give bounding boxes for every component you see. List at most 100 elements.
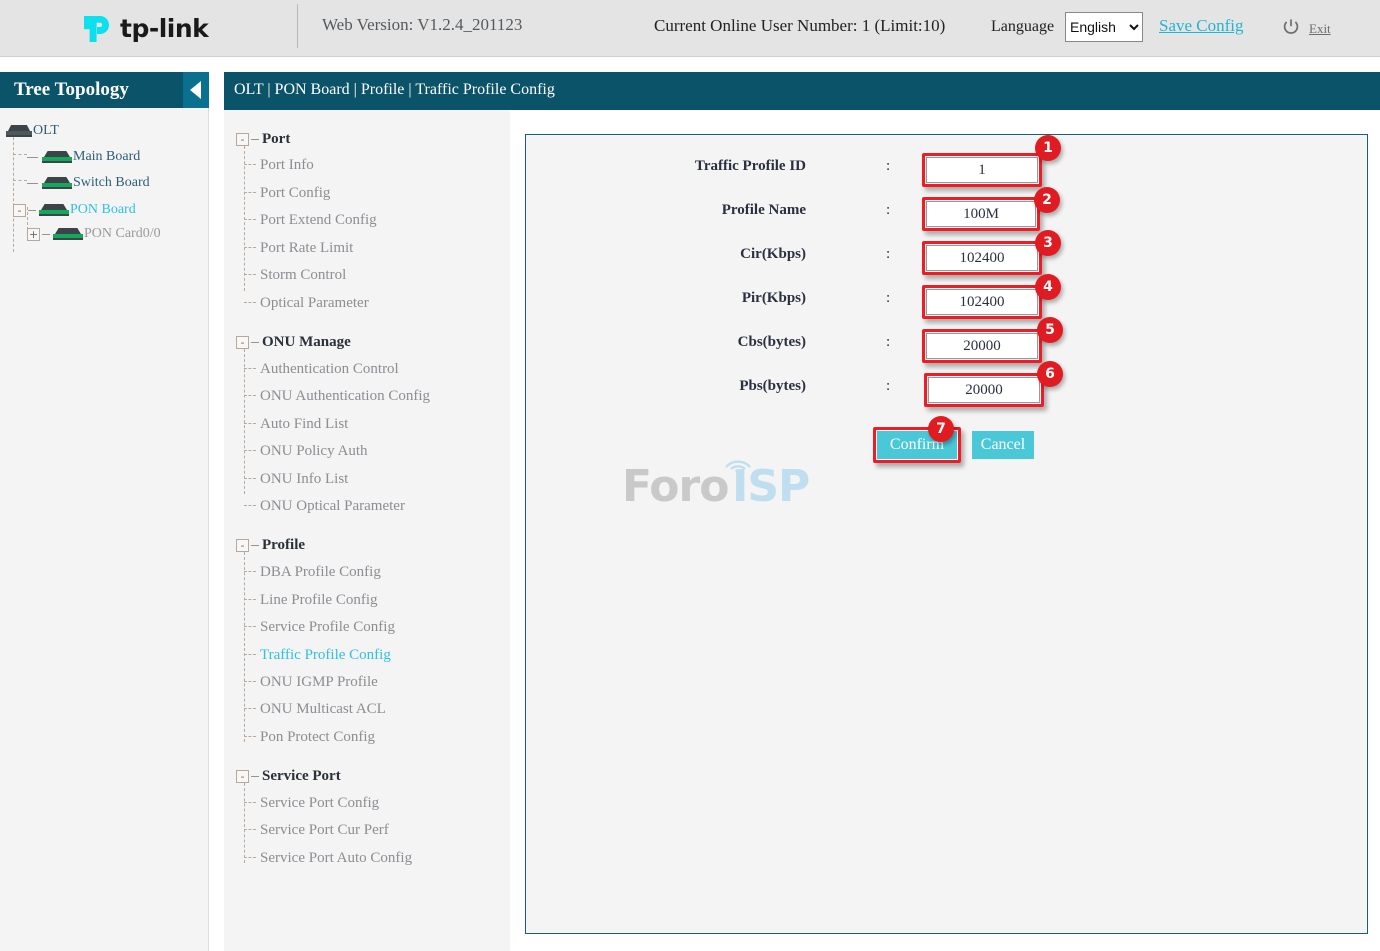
- menu-connector: [244, 736, 256, 737]
- menu-group-onu-manage[interactable]: - ONU Manage: [236, 334, 351, 351]
- menu-item-onu-optical-parameter[interactable]: ONU Optical Parameter: [260, 498, 405, 515]
- breadcrumb-bar: OLT | PON Board | Profile | Traffic Prof…: [224, 72, 1380, 110]
- menu-item-port-config[interactable]: Port Config: [260, 185, 330, 202]
- menu-connector: [244, 505, 256, 506]
- menu-item-line-profile-config[interactable]: Line Profile Config: [260, 592, 377, 609]
- menu-expander-icon[interactable]: -: [236, 133, 249, 146]
- step-badge-4: 4: [1035, 274, 1061, 300]
- content-panel: Foro ISP Traffic Profile ID : 1 1 Profil…: [511, 110, 1380, 951]
- profile-name-input[interactable]: 100M: [926, 201, 1036, 227]
- tree-node-olt[interactable]: OLT: [6, 120, 59, 142]
- field-colon: :: [886, 202, 891, 218]
- menu-connector: [244, 802, 256, 803]
- collapse-left-icon[interactable]: [183, 72, 209, 108]
- menu-connector: [244, 368, 256, 369]
- menu-item-authentication-control[interactable]: Authentication Control: [260, 361, 399, 378]
- menu-item-traffic-profile-config[interactable]: Traffic Profile Config: [260, 647, 391, 664]
- tree-node-switch-board[interactable]: Switch Board: [27, 172, 150, 194]
- field-row-pbs: Pbs(bytes) :: [606, 375, 926, 405]
- menu-connector: [244, 626, 256, 627]
- tree-expander-minus-icon[interactable]: -: [13, 203, 26, 217]
- language-label: Language: [991, 18, 1055, 35]
- tree-connector: [13, 132, 14, 252]
- step-badge-3: 3: [1035, 230, 1061, 256]
- field-colon: :: [886, 290, 891, 306]
- foroisp-watermark: Foro ISP: [622, 455, 810, 515]
- field-label: Profile Name: [721, 202, 806, 218]
- tree-node-label: PON Board: [70, 202, 136, 217]
- exit-link[interactable]: Exit: [1309, 21, 1331, 37]
- field-row-cir: Cir(Kbps) :: [606, 243, 926, 273]
- tree-topology-panel: Tree Topology OLT Main Board Switch Boar…: [0, 72, 209, 951]
- cancel-button[interactable]: Cancel: [972, 431, 1034, 459]
- tree-node-label: Main Board: [73, 149, 141, 164]
- menu-item-service-port-config[interactable]: Service Port Config: [260, 795, 379, 812]
- menu-item-auto-find-list[interactable]: Auto Find List: [260, 416, 348, 433]
- menu-item-service-profile-config[interactable]: Service Profile Config: [260, 619, 395, 636]
- tree-node-pon-board[interactable]: - PON Board: [13, 199, 136, 221]
- menu-group-label: Service Port: [262, 768, 341, 784]
- field-colon: :: [886, 246, 891, 262]
- menu-item-onu-policy-auth[interactable]: ONU Policy Auth: [260, 443, 368, 460]
- power-icon[interactable]: [1282, 18, 1300, 36]
- field-label: Cir(Kbps): [740, 246, 806, 262]
- menu-item-service-port-auto-config[interactable]: Service Port Auto Config: [260, 850, 412, 867]
- menu-connector: [244, 219, 256, 220]
- field-colon: :: [886, 378, 891, 394]
- menu-group-profile[interactable]: - Profile: [236, 537, 305, 554]
- menu-group-label: Port: [262, 131, 291, 147]
- step-badge-2: 2: [1034, 187, 1060, 213]
- menu-connector: [244, 423, 256, 424]
- menu-group-service-port[interactable]: - Service Port: [236, 768, 341, 785]
- tplink-logo-text: tp-link: [120, 13, 209, 43]
- tree-node-pon-card[interactable]: + PON Card0/0: [27, 223, 161, 245]
- menu-item-onu-multicast-acl[interactable]: ONU Multicast ACL: [260, 701, 386, 718]
- menu-connector: [244, 247, 256, 248]
- traffic-profile-id-input[interactable]: 1: [926, 157, 1038, 183]
- menu-item-port-rate-limit[interactable]: Port Rate Limit: [260, 240, 353, 257]
- field-label: Pir(Kbps): [741, 290, 806, 306]
- tree-node-label: OLT: [33, 123, 59, 138]
- menu-item-dba-profile-config[interactable]: DBA Profile Config: [260, 564, 381, 581]
- cbs-bytes-input[interactable]: 20000: [926, 333, 1038, 359]
- pir-kbps-input[interactable]: 102400: [926, 289, 1038, 315]
- menu-item-pon-protect-config[interactable]: Pon Protect Config: [260, 729, 375, 746]
- tree-expander-plus-icon[interactable]: +: [27, 227, 40, 241]
- menu-item-port-info[interactable]: Port Info: [260, 157, 314, 174]
- menu-item-storm-control[interactable]: Storm Control: [260, 267, 346, 284]
- tree-node-label: PON Card0/0: [84, 226, 161, 241]
- menu-item-service-port-cur-perf[interactable]: Service Port Cur Perf: [260, 822, 389, 839]
- tree-node-label: Switch Board: [73, 175, 150, 190]
- menu-item-onu-info-list[interactable]: ONU Info List: [260, 471, 348, 488]
- field-row-traffic-profile-id: Traffic Profile ID :: [606, 155, 926, 185]
- pbs-bytes-input[interactable]: 20000: [928, 377, 1040, 403]
- menu-item-optical-parameter[interactable]: Optical Parameter: [260, 295, 369, 312]
- menu-connector: [244, 478, 256, 479]
- menu-connector: [244, 164, 256, 165]
- device-icon: [53, 228, 83, 240]
- menu-connector: [244, 192, 256, 193]
- online-user-count: Current Online User Number: 1 (Limit:10): [654, 16, 946, 35]
- tree-topology-header: Tree Topology: [0, 72, 209, 108]
- navigation-menu-panel: - Port Port Info Port Config Port Extend…: [224, 110, 510, 951]
- menu-expander-icon[interactable]: -: [236, 336, 249, 349]
- menu-item-onu-authentication-config[interactable]: ONU Authentication Config: [260, 388, 430, 405]
- tplink-logo: tp-link: [78, 6, 218, 50]
- menu-item-onu-igmp-profile[interactable]: ONU IGMP Profile: [260, 674, 378, 691]
- save-config-link[interactable]: Save Config: [1159, 16, 1244, 36]
- tree-node-main-board[interactable]: Main Board: [27, 146, 140, 168]
- field-row-pir: Pir(Kbps) :: [606, 287, 926, 317]
- step-badge-7: 7: [928, 416, 954, 442]
- menu-item-port-extend-config[interactable]: Port Extend Config: [260, 212, 377, 229]
- device-icon: [42, 151, 72, 163]
- menu-connector: [244, 571, 256, 572]
- cir-kbps-input[interactable]: 102400: [926, 245, 1038, 271]
- language-select[interactable]: English: [1065, 12, 1143, 42]
- field-row-cbs: Cbs(bytes) :: [606, 331, 926, 361]
- device-icon: [39, 204, 69, 216]
- menu-expander-icon[interactable]: -: [236, 770, 249, 783]
- menu-connector: [244, 274, 256, 275]
- field-label: Traffic Profile ID: [694, 158, 806, 174]
- menu-connector: [244, 829, 256, 830]
- menu-expander-icon[interactable]: -: [236, 539, 249, 552]
